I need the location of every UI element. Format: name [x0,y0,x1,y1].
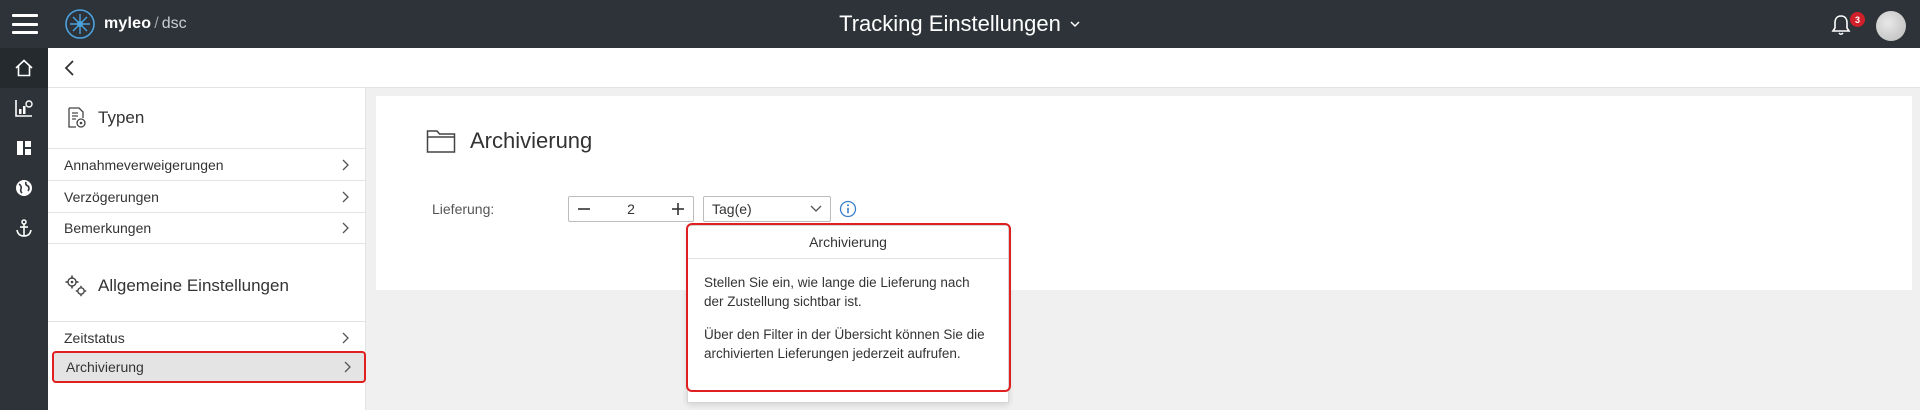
rail-item-analytics[interactable] [0,88,48,128]
info-icon[interactable] [839,200,857,218]
popover-text: Stellen Sie ein, wie lange die Lieferung… [704,275,970,309]
card-header: Archivierung [426,128,592,154]
card-title: Archivierung [470,128,593,153]
logo-icon [65,9,95,39]
minus-icon [578,208,590,210]
sub-header [48,48,1920,88]
unit-select-value: Tag(e) [712,201,752,217]
chevron-right-icon [342,332,349,343]
settings-nav: Typen Annahmeverweigerungen Verzögerunge… [48,88,366,410]
chevron-right-icon [342,222,349,234]
rail-item-dashboard[interactable] [0,128,48,168]
anchor-icon [16,219,32,237]
rail-item-globe[interactable] [0,168,48,208]
nav-item-label: Archivierung [66,359,144,375]
info-popover: Archivierung Stellen Sie ein, wie lange … [687,225,1009,403]
chevron-down-icon [1070,21,1080,28]
chevron-right-icon [342,159,349,170]
popover-body: Stellen Sie ein, wie lange die Lieferung… [688,259,1008,377]
dashboard-icon [17,141,31,155]
page-title-dropdown[interactable]: Tracking Einstellungen [839,11,1081,37]
nav-item-label: Zeitstatus [64,329,125,346]
avatar[interactable] [1876,11,1906,41]
popover-text: Über den Filter in der Übersicht können … [704,327,985,361]
menu-icon[interactable] [12,14,38,34]
folder-icon [426,130,456,153]
top-bar: myleo / dsc Tracking Einstellungen 3 [0,0,1920,48]
nav-item-annahmeverweigerungen[interactable]: Annahmeverweigerungen [48,148,366,180]
document-settings-icon [68,107,86,128]
nav-item-label: Verzögerungen [64,188,159,205]
back-arrow-icon[interactable] [60,58,80,78]
nav-item-verzoegerungen[interactable]: Verzögerungen [48,180,366,212]
globe-icon [16,180,32,196]
section-title-types: Typen [98,108,145,127]
notification-badge: 3 [1850,12,1865,27]
plus-icon [672,203,684,215]
rail-item-home[interactable] [0,48,48,88]
popover-title: Archivierung [688,226,1008,259]
unit-select[interactable]: Tag(e) [703,196,831,222]
section-types: Typen [48,88,366,148]
rail-item-anchor[interactable] [0,208,48,248]
nav-item-label: Annahmeverweigerungen [64,156,224,173]
chevron-down-icon [810,205,822,212]
section-general: Allgemeine Einstellungen [48,256,366,316]
brand-suffix: dsc [161,15,187,32]
delivery-days-stepper [568,196,694,222]
chevron-right-icon [344,361,351,373]
app-logo[interactable]: myleo / dsc [64,8,187,40]
page-title: Tracking Einstellungen [839,11,1061,36]
section-title-general: Allgemeine Einstellungen [98,276,289,295]
increment-button[interactable] [663,197,693,221]
nav-item-bemerkungen[interactable]: Bemerkungen [48,212,366,244]
chart-icon [15,100,33,117]
nav-item-zeitstatus[interactable]: Zeitstatus [48,321,366,353]
left-rail [0,48,48,410]
decrement-button[interactable] [569,197,599,221]
nav-item-label: Bemerkungen [64,220,152,236]
gears-icon [65,275,87,297]
brand-separator: / [154,15,159,32]
nav-item-archivierung[interactable]: Archivierung [52,351,366,383]
delivery-days-input[interactable] [599,201,663,217]
chevron-right-icon [342,191,349,202]
brand-name: myleo [104,15,152,32]
home-icon [15,59,33,77]
archive-settings-card: Archivierung Lieferung: Tag(e) [376,96,1912,290]
delivery-label: Lieferung: [432,201,495,217]
